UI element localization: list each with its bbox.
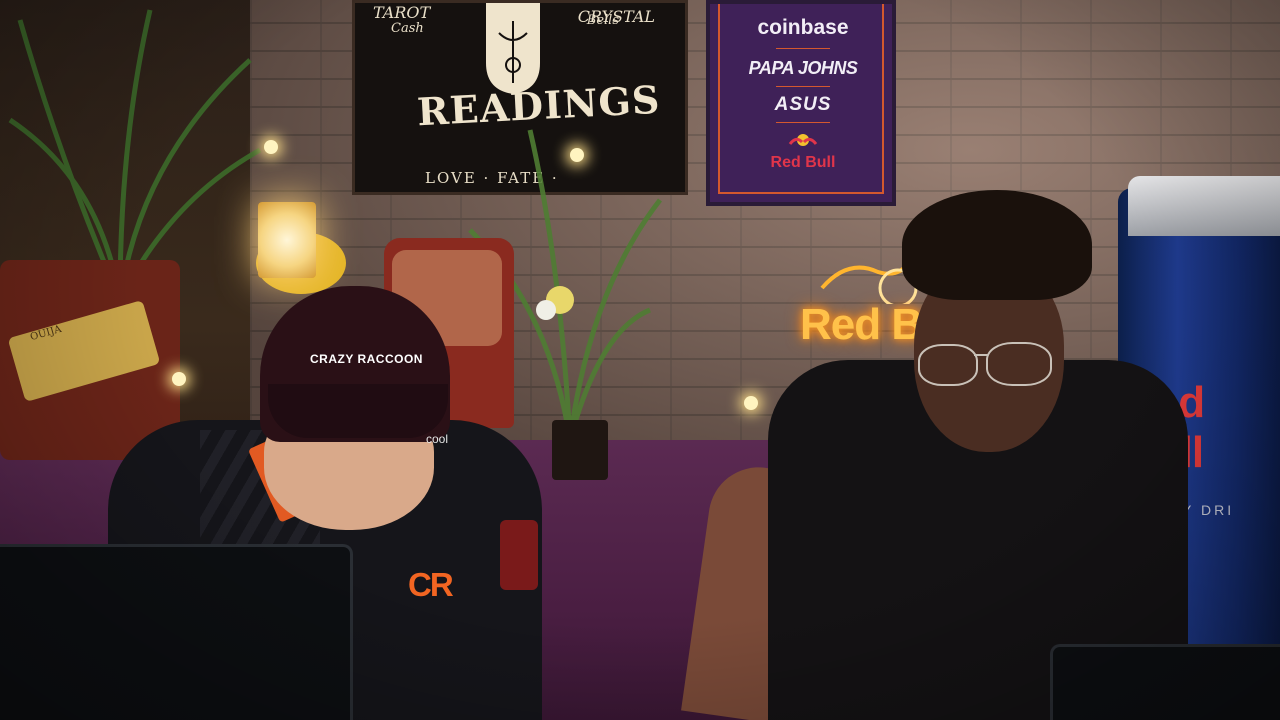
glasses-bridge bbox=[974, 354, 988, 356]
table-lamp bbox=[258, 202, 316, 278]
monitor-left bbox=[0, 544, 353, 720]
fridge-lid bbox=[1128, 176, 1280, 236]
sponsor-asus: ASUS bbox=[774, 94, 832, 115]
fridge-tagline: Y DRI bbox=[1182, 502, 1235, 518]
red-bull-logo-icon bbox=[788, 134, 818, 146]
string-light-bulb bbox=[172, 372, 186, 386]
sponsor-divider bbox=[776, 122, 830, 123]
plant-stand bbox=[552, 420, 608, 480]
tarot-script-left: Cash bbox=[391, 21, 424, 36]
photo-scene: TAROT CRYSTAL Cash Bells READINGS LOVE ·… bbox=[0, 0, 1280, 720]
string-light-bulb bbox=[744, 396, 758, 410]
cap-brim bbox=[268, 384, 448, 438]
team-badge-icon bbox=[500, 520, 538, 590]
sponsor-poster-border: coinbase PAPA JOHNS ASUS Red Bull bbox=[718, 4, 884, 194]
palm-plant-left bbox=[8, 9, 262, 300]
sponsor-red-bull: Red Bull bbox=[770, 154, 836, 171]
person-right-hair bbox=[902, 190, 1092, 300]
tarot-top-left-text: TAROT bbox=[373, 3, 431, 22]
sponsor-divider bbox=[776, 86, 830, 87]
jersey-sponsor-text: cool bbox=[426, 432, 449, 446]
glasses-lens-right bbox=[986, 342, 1052, 386]
sponsor-papa-johns: PAPA JOHNS bbox=[748, 58, 858, 78]
string-light-bulb bbox=[570, 148, 584, 162]
jersey-cr-logo: CR bbox=[408, 566, 454, 603]
sponsor-coinbase: coinbase bbox=[757, 16, 849, 39]
sponsor-divider bbox=[776, 48, 830, 49]
monitor-right bbox=[1050, 644, 1280, 720]
string-light-bulb bbox=[264, 140, 278, 154]
tarot-script-right: Bells bbox=[586, 13, 619, 28]
cap-logo-text: CRAZY RACCOON bbox=[310, 352, 423, 366]
sponsor-poster: coinbase PAPA JOHNS ASUS Red Bull bbox=[706, 0, 896, 206]
glasses-lens-left bbox=[918, 344, 978, 386]
